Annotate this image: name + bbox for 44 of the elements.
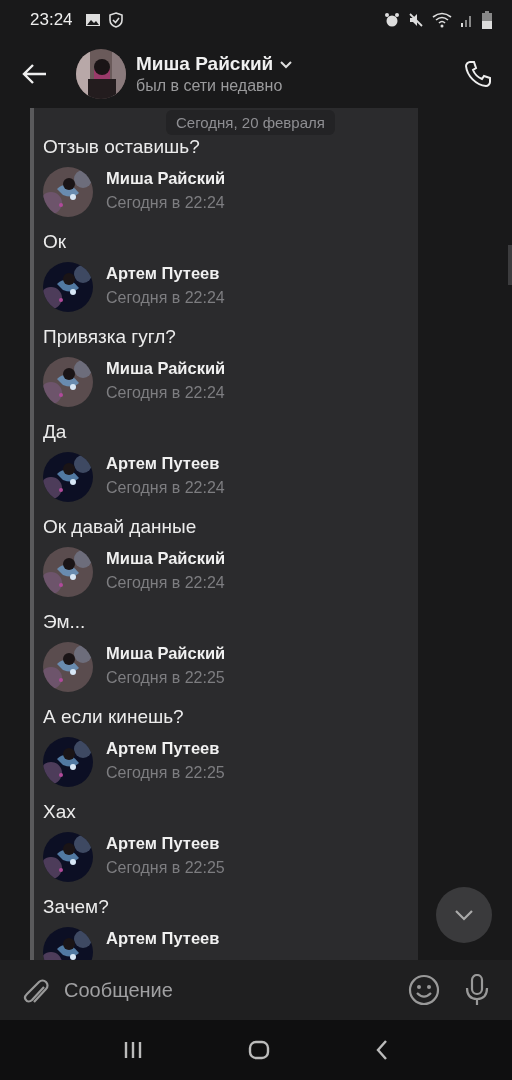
message-text: Эм... — [43, 610, 87, 634]
image-icon — [84, 13, 101, 27]
author-name: Артем Путеев — [106, 834, 221, 853]
date-label: Сегодня, 20 февраля — [166, 110, 335, 135]
scroll-thumb[interactable] — [508, 245, 512, 285]
message-text: Отзыв оставишь? — [43, 135, 201, 159]
author-name: Миша Райский — [106, 644, 226, 663]
author-name: Миша Райский — [106, 359, 226, 378]
message-time: Сегодня в 22:24 — [106, 479, 225, 497]
message-time: Сегодня в 22:25 — [106, 859, 225, 877]
arrow-left-icon[interactable] — [22, 63, 48, 85]
message-text: Ок — [43, 230, 68, 254]
message-time: Сегодня в 22:25 — [106, 764, 225, 782]
message-time: Сегодня в 22:24 — [106, 384, 226, 402]
author-name: Артем Путеев — [106, 739, 221, 758]
author-name: Миша Райский — [106, 549, 226, 568]
author-name: Артем Путеев — [106, 264, 221, 283]
home-icon[interactable] — [248, 1040, 270, 1060]
shield-icon — [108, 12, 123, 28]
message-input[interactable]: Сообщение — [64, 972, 394, 1008]
contact-name[interactable]: Миша Райский — [136, 53, 274, 75]
message-text: Ок давай данные — [43, 515, 198, 539]
message-text: Хах — [43, 800, 77, 824]
mute-icon — [408, 12, 424, 28]
message-time: Сегодня в 22:24 — [106, 194, 226, 212]
author-name: Артем Путеев — [106, 929, 220, 948]
status-time: 23:24 — [30, 10, 73, 30]
author-name: Миша Райский — [106, 169, 226, 188]
message-text: Зачем? — [43, 895, 110, 919]
back-icon[interactable] — [375, 1039, 390, 1061]
message-time: Сегодня в 22:24 — [106, 289, 225, 307]
message-text: А если кинешь? — [43, 705, 185, 729]
wifi-icon — [432, 12, 452, 28]
message-text: Привязка гугл? — [43, 325, 177, 349]
message-time: Сегодня в 22:25 — [106, 669, 226, 687]
message-time: Сегодня в 22:24 — [106, 574, 226, 592]
recent-apps-icon[interactable] — [122, 1041, 143, 1059]
smiley-icon[interactable] — [408, 974, 440, 1006]
microphone-icon[interactable] — [464, 974, 490, 1006]
message-text: Да — [43, 420, 68, 444]
author-name: Артем Путеев — [106, 454, 221, 473]
battery-icon — [482, 11, 492, 29]
message-bar[interactable]: Сообщение — [0, 960, 512, 1020]
contact-status: был в сети недавно — [136, 77, 284, 95]
